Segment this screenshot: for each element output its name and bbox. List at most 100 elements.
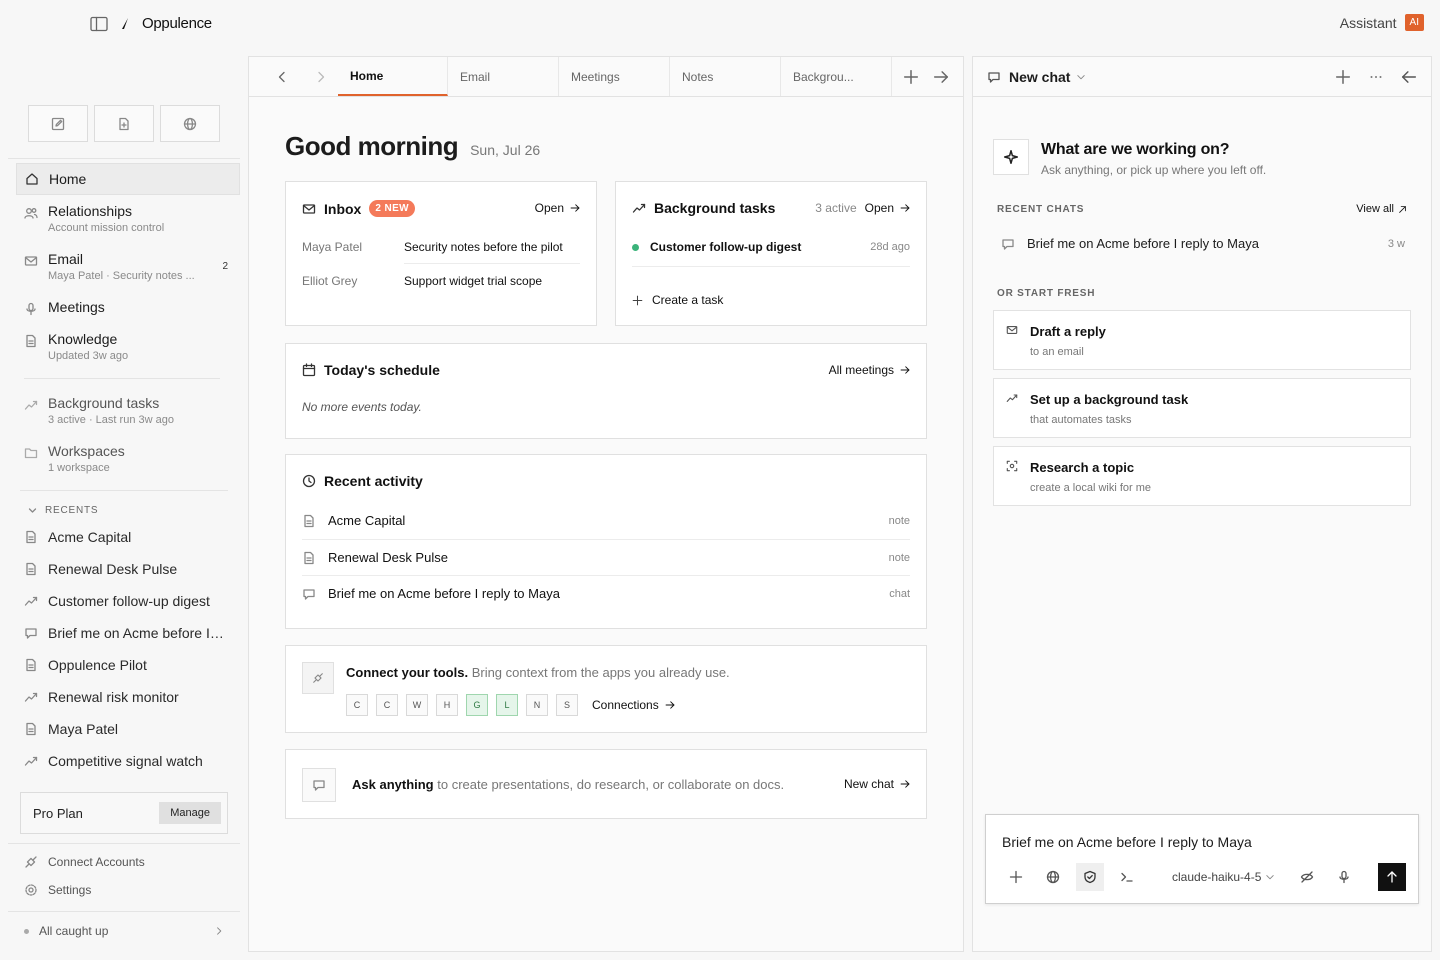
trend-icon [632,203,646,213]
task-row[interactable]: Customer follow-up digest 28d ago [632,240,910,254]
view-all-link[interactable]: View all [1356,203,1407,215]
tool-chip[interactable]: S [556,694,578,716]
voice-input-button[interactable] [1330,863,1358,891]
chevron-down-icon[interactable] [1076,72,1086,82]
recents-toggle[interactable]: RECENTS [28,505,98,516]
sidebar-item-email[interactable]: Email Maya Patel · Security notes ... 2 [16,251,240,282]
tool-chip-connected[interactable]: L [496,694,518,716]
starter-subtitle: to an email [1030,346,1084,358]
sender: Maya Patel [302,240,363,254]
tool-chip[interactable]: C [346,694,368,716]
inbox-open-link[interactable]: Open [535,201,580,215]
back-button[interactable] [249,57,304,96]
new-tab-icon[interactable] [903,69,919,85]
chat-icon [1002,238,1014,250]
attach-button[interactable] [1002,863,1030,891]
sidebar-item-knowledge[interactable]: Knowledge Updated 3w ago [16,331,240,362]
activity-item[interactable]: Renewal Desk Pulse note [302,550,910,565]
unread-count: 2 [222,261,228,272]
sync-status[interactable]: All caught up [24,924,224,938]
starter-research-topic[interactable]: Research a topic create a local wiki for… [993,446,1411,506]
divider [302,539,910,540]
create-task-button[interactable]: Create a task [632,293,723,307]
new-note-button[interactable] [28,105,88,142]
sidebar-item-home[interactable]: Home [16,163,240,195]
incognito-toggle[interactable] [1293,863,1321,891]
model-select[interactable]: claude-haiku-4-5 [1172,870,1275,884]
more-icon[interactable] [1369,70,1383,84]
connections-link[interactable]: Connections [592,698,675,712]
create-task-label: Create a task [652,293,724,307]
starter-background-task[interactable]: Set up a background task that automates … [993,378,1411,438]
inbox-row[interactable]: Elliot Grey Support widget trial scope [302,274,580,288]
activity-item[interactable]: Brief me on Acme before I reply to Maya c… [302,586,910,601]
arrow-left-icon[interactable] [1401,69,1417,85]
settings-link[interactable]: Settings [24,883,91,897]
recent-item[interactable]: Customer follow-up digest [24,593,240,609]
assistant-panel: New chat What are we working on? Ask any… [972,56,1432,952]
recent-item[interactable]: Oppulence Pilot [24,657,240,673]
send-button[interactable] [1378,863,1406,891]
divider [8,158,240,159]
tool-chip[interactable]: W [406,694,428,716]
chat-composer[interactable]: Brief me on Acme before I reply to Maya … [985,814,1419,904]
recent-item[interactable]: Renewal risk monitor [24,689,240,705]
connect-text: Connect your tools. Bring context from t… [346,665,730,680]
chevron-right-icon [318,71,325,82]
new-chat-link[interactable]: New chat [844,777,910,791]
safe-mode-toggle[interactable] [1076,863,1104,891]
recent-item[interactable]: Competitive signal watch [24,753,240,769]
tab-meetings[interactable]: Meetings [559,57,670,96]
assistant-toggle[interactable]: Assistant AI [1340,14,1424,31]
composer-tools: claude-haiku-4-5 [1002,863,1406,891]
tab-email[interactable]: Email [448,57,559,96]
ask-anything-card[interactable]: Ask anything to create presentations, do… [285,749,927,819]
trend-icon [24,596,38,606]
web-search-toggle[interactable] [1039,863,1067,891]
sidebar-item-meetings[interactable]: Meetings [16,299,240,316]
tool-chip[interactable]: N [526,694,548,716]
gear-icon [25,884,37,896]
web-search-button[interactable] [160,105,220,142]
sender: Elliot Grey [302,274,358,288]
tool-chip[interactable]: H [436,694,458,716]
plug-icon [25,856,37,868]
connect-title: Connect your tools. [346,665,469,680]
recent-item[interactable]: Maya Patel [24,721,240,737]
sidebar-item-background-tasks[interactable]: Background tasks 3 active · Last run 3w a… [16,395,240,426]
inbox-row[interactable]: Maya Patel Security notes before the pilo… [302,240,580,254]
recent-chat-item[interactable]: Brief me on Acme before I reply to Maya … [1001,236,1405,251]
recent-item[interactable]: Acme Capital [24,529,240,545]
recent-item[interactable]: Renewal Desk Pulse [24,561,240,577]
arrow-right-icon[interactable] [933,69,949,85]
document-icon [26,722,36,736]
tab-home[interactable]: Home [338,57,448,96]
starter-draft-reply[interactable]: Draft a reply to an email [993,310,1411,370]
manage-plan-button[interactable]: Manage [159,802,221,824]
divider [24,378,220,379]
sidebar-item-relationships[interactable]: Relationships Account mission control [16,203,240,234]
chat-title[interactable]: New chat [1009,69,1070,85]
recent-item[interactable]: Brief me on Acme before I reply to Maya [24,625,240,641]
tab-notes[interactable]: Notes [670,57,781,96]
tool-chip[interactable]: C [376,694,398,716]
sidebar-item-workspaces[interactable]: Workspaces 1 workspace [16,443,240,474]
new-file-button[interactable] [94,105,154,142]
sidebar: Home Relationships Account mission contro… [8,56,240,952]
all-meetings-link[interactable]: All meetings [829,363,910,377]
tool-chip-connected[interactable]: G [466,694,488,716]
connect-accounts-link[interactable]: Connect Accounts [24,855,145,869]
divider [632,266,910,267]
sidebar-toggle-icon[interactable] [90,16,108,32]
all-meetings-label: All meetings [828,363,894,377]
plus-icon[interactable] [1335,69,1351,85]
terminal-toggle[interactable] [1113,863,1141,891]
composer-input[interactable]: Brief me on Acme before I reply to Maya [1002,834,1252,850]
tasks-open-link[interactable]: 3 active Open [815,201,910,215]
activity-item[interactable]: Acme Capital note [302,513,910,528]
chat-tools [1335,69,1417,85]
mail-icon [24,256,38,266]
starter-title: Draft a reply [1030,324,1106,339]
tab-background[interactable]: Backgrou... [781,57,892,96]
forward-button[interactable] [304,57,338,96]
